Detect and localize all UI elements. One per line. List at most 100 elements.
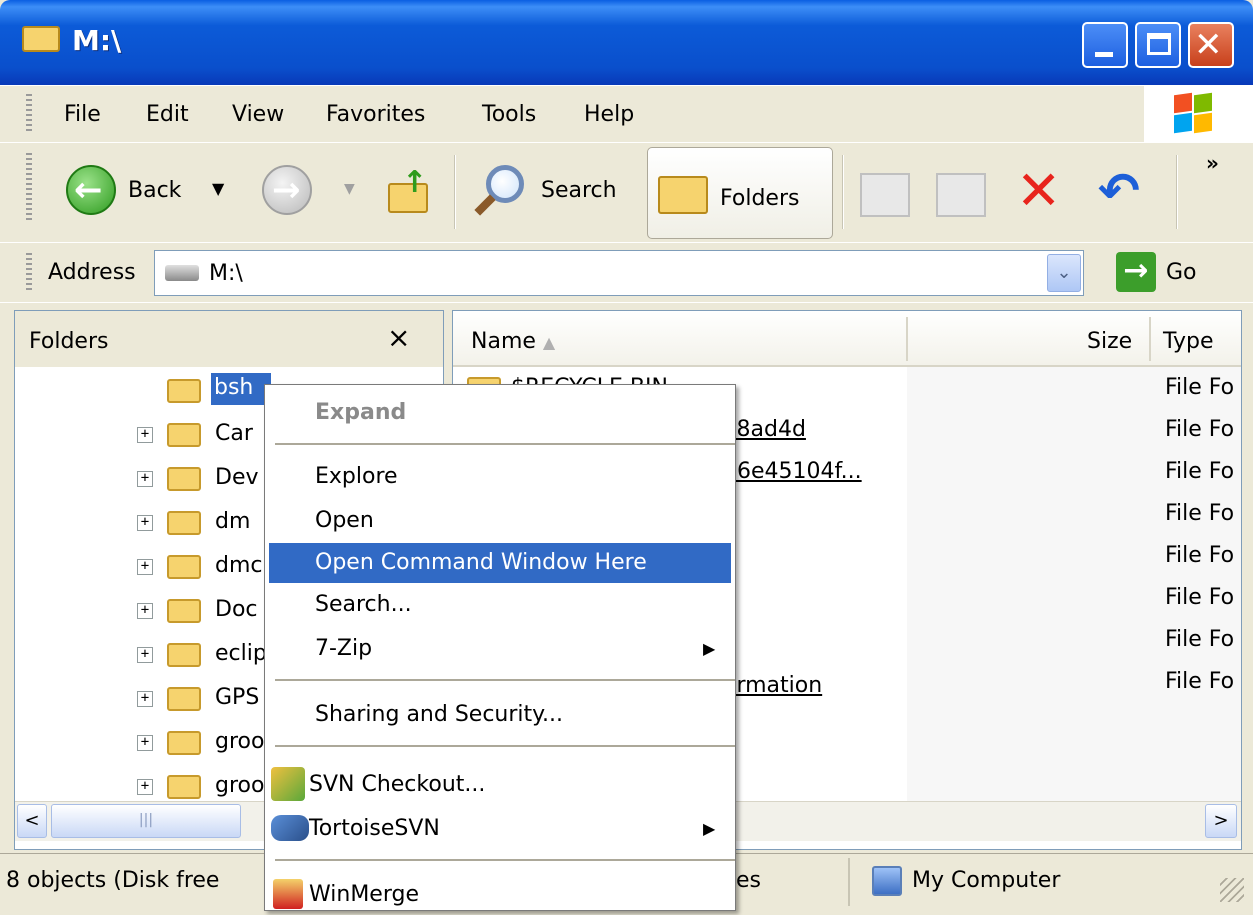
forward-dropdown-icon[interactable]: ▼ xyxy=(344,181,355,197)
go-button[interactable]: Go xyxy=(1166,260,1197,285)
maximize-button[interactable] xyxy=(1135,22,1181,68)
toolbar-separator xyxy=(1176,155,1178,229)
expand-icon[interactable]: + xyxy=(137,471,153,487)
column-divider[interactable] xyxy=(906,317,908,361)
undo-icon[interactable]: ↶ xyxy=(1098,163,1140,219)
back-button[interactable]: Back xyxy=(128,178,181,203)
ctx-open-command-window[interactable]: Open Command Window Here xyxy=(269,543,731,583)
tree-item-label: Car xyxy=(215,421,253,446)
tree-item-label: dmc xyxy=(215,553,263,578)
go-arrow-icon[interactable]: → xyxy=(1116,252,1156,292)
expand-icon[interactable]: + xyxy=(137,779,153,795)
column-header: Name ▲ Size Type xyxy=(453,311,1241,367)
tree-item-label: Dev xyxy=(215,465,259,490)
expand-icon[interactable]: + xyxy=(137,603,153,619)
file-type: File Fo xyxy=(1165,585,1235,610)
submenu-arrow-icon: ▶ xyxy=(703,639,716,658)
expand-icon[interactable]: + xyxy=(137,691,153,707)
address-label: Address xyxy=(48,260,136,285)
close-button[interactable]: ✕ xyxy=(1188,22,1234,68)
address-bar: Address M:\ ⌄ → Go xyxy=(0,243,1253,303)
move-to-icon[interactable] xyxy=(860,173,910,217)
file-type: File Fo xyxy=(1165,417,1235,442)
copy-to-icon[interactable] xyxy=(936,173,986,217)
ctx-open[interactable]: Open xyxy=(265,501,735,541)
status-divider xyxy=(848,858,850,906)
folder-icon xyxy=(167,599,201,623)
forward-arrow-icon[interactable]: → xyxy=(262,165,312,215)
address-dropdown-icon[interactable]: ⌄ xyxy=(1047,254,1081,292)
delete-icon[interactable]: ✕ xyxy=(1016,161,1061,221)
column-divider[interactable] xyxy=(1149,317,1151,361)
back-arrow-icon[interactable]: ← xyxy=(66,165,116,215)
folders-button[interactable]: Folders xyxy=(647,147,833,239)
toolbar-overflow-button[interactable]: » xyxy=(1206,151,1219,175)
column-name[interactable]: Name ▲ xyxy=(471,329,555,354)
folder-icon xyxy=(167,775,201,799)
expand-icon[interactable]: + xyxy=(137,735,153,751)
search-button[interactable]: Search xyxy=(541,178,617,203)
expand-icon[interactable]: + xyxy=(137,559,153,575)
ctx-expand[interactable]: Expand xyxy=(265,393,735,433)
menu-help[interactable]: Help xyxy=(584,102,634,127)
status-objects: 8 objects (Disk free xyxy=(6,868,220,893)
context-menu: Expand Explore Open Open Command Window … xyxy=(264,384,736,911)
my-computer-icon xyxy=(872,866,902,896)
folder-icon xyxy=(167,731,201,755)
menu-separator xyxy=(275,679,735,681)
window-title: M:\ xyxy=(72,24,122,57)
windows-logo-area xyxy=(1144,86,1253,144)
up-folder-icon[interactable]: ↑ xyxy=(386,165,436,217)
sort-asc-icon: ▲ xyxy=(542,333,556,352)
expand-icon[interactable]: + xyxy=(137,647,153,663)
tree-item-label: bsh xyxy=(211,373,271,405)
file-type: File Fo xyxy=(1165,669,1235,694)
file-type: File Fo xyxy=(1165,375,1235,400)
ctx-7zip[interactable]: 7-Zip xyxy=(265,629,735,669)
tree-item-label: groo xyxy=(215,729,265,754)
toolbar-separator xyxy=(454,155,456,229)
folders-pane-close-button[interactable]: × xyxy=(387,321,410,354)
ctx-svn-checkout[interactable]: SVN Checkout... xyxy=(265,765,735,805)
column-name-label: Name xyxy=(471,329,536,354)
folders-icon xyxy=(658,176,708,214)
menu-separator xyxy=(275,745,735,747)
scroll-right-icon[interactable]: > xyxy=(1205,804,1237,838)
file-type: File Fo xyxy=(1165,501,1235,526)
toolbar-separator xyxy=(842,155,844,229)
folders-pane-header: Folders × xyxy=(15,311,443,367)
file-type: File Fo xyxy=(1165,543,1235,568)
menu-favorites[interactable]: Favorites xyxy=(326,102,425,127)
file-type: File Fo xyxy=(1165,627,1235,652)
ctx-winmerge[interactable]: WinMerge xyxy=(265,875,735,915)
menu-bar: File Edit View Favorites Tools Help xyxy=(0,85,1253,144)
scroll-left-icon[interactable]: < xyxy=(17,804,47,838)
address-input[interactable]: M:\ ⌄ xyxy=(154,250,1084,296)
menu-file[interactable]: File xyxy=(64,102,101,127)
submenu-arrow-icon: ▶ xyxy=(703,819,716,838)
column-type[interactable]: Type xyxy=(1163,329,1214,354)
scroll-thumb[interactable]: ||| xyxy=(51,804,241,838)
menu-separator xyxy=(275,443,735,445)
expand-icon[interactable]: + xyxy=(137,427,153,443)
back-dropdown-icon[interactable]: ▼ xyxy=(212,179,224,198)
menu-tools[interactable]: Tools xyxy=(482,102,536,127)
grip-handle[interactable] xyxy=(26,94,32,134)
ctx-search[interactable]: Search... xyxy=(265,585,735,625)
address-value: M:\ xyxy=(209,261,243,286)
resize-grip-icon[interactable] xyxy=(1220,878,1244,902)
column-size[interactable]: Size xyxy=(1087,329,1132,354)
ctx-tortoisesvn[interactable]: TortoiseSVN xyxy=(265,809,735,849)
grip-handle[interactable] xyxy=(26,153,32,223)
minimize-button[interactable] xyxy=(1082,22,1128,68)
expand-icon[interactable]: + xyxy=(137,515,153,531)
ctx-explore[interactable]: Explore xyxy=(265,457,735,497)
title-bar[interactable]: M:\ ✕ xyxy=(0,0,1253,85)
grip-handle[interactable] xyxy=(26,253,32,293)
folder-icon xyxy=(167,423,201,447)
menu-edit[interactable]: Edit xyxy=(146,102,189,127)
search-icon[interactable] xyxy=(472,161,532,221)
windows-logo-icon xyxy=(1174,92,1214,134)
menu-view[interactable]: View xyxy=(232,102,284,127)
ctx-sharing-security[interactable]: Sharing and Security... xyxy=(265,695,735,735)
